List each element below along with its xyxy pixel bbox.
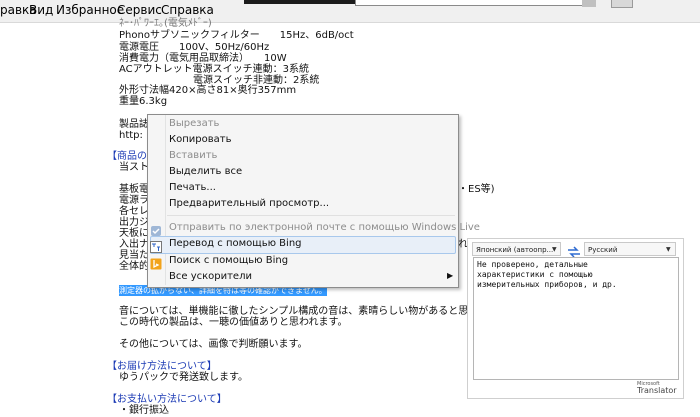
spec-line: Phonoサブソニックフィルター 15Hz、6dB/oct <box>119 30 354 41</box>
menu-item-search-bing[interactable]: Поиск с помощью Bing <box>169 255 288 267</box>
delivery-line: ゆうパックで発送致します。 <box>119 372 248 383</box>
menu-item-print-preview[interactable]: Предварительный просмотр... <box>169 198 329 210</box>
spec-line: 外形寸法幅420×高さ81×奥行357mm <box>119 85 297 96</box>
menu-item-all-accelerators[interactable]: Все ускорители <box>169 271 252 283</box>
menu-item-print[interactable]: Печать... <box>169 182 216 194</box>
menu-help[interactable]: Справка <box>161 3 214 17</box>
product-link[interactable]: http: <box>119 130 143 141</box>
menu-tools[interactable]: Сервис <box>117 3 162 17</box>
windows-live-icon <box>150 222 162 236</box>
menu-item-select-all[interactable]: Выделить все <box>169 166 242 178</box>
target-language-select[interactable]: Русский <box>584 242 676 256</box>
titlebar-fragment <box>244 0 356 4</box>
condition-line: 出力ジ <box>119 217 149 228</box>
spec-line: 消費電力（電気用品取締法） 10W <box>119 53 287 64</box>
condition-line: 当スト <box>119 162 149 173</box>
sound-line: この時代の製品は、一聴の価値ありと思われます。 <box>119 317 348 328</box>
menu-item-email-windows-live[interactable]: Отправить по электронной почте с помощью… <box>169 222 480 234</box>
menu-item-translate-bing[interactable]: Перевод с помощью Bing <box>169 238 302 250</box>
condition-line: 見当た <box>119 250 149 261</box>
menu-item-paste[interactable]: Вставить <box>169 150 217 162</box>
condition-line: 入出ナ <box>119 239 149 250</box>
payment-line: ・銀行振込 <box>119 405 169 416</box>
window-button-secondary[interactable] <box>611 0 633 8</box>
menu-separator <box>167 215 455 216</box>
menu-item-cut[interactable]: Вырезать <box>169 118 219 130</box>
tab-strip <box>355 0 583 6</box>
chevron-down-icon: ▼ <box>666 246 671 253</box>
cut-off-line: ﾈｰ･ﾊﾟﾜｰｴ｡(電気ﾒﾄﾞｰ) <box>119 18 212 29</box>
swap-languages-icon[interactable] <box>566 243 582 258</box>
sound-line: 音については、単機能に徹したシンプル構成の音は、素晴らしい物があると思われます。 <box>119 306 517 317</box>
submenu-arrow-icon: ▶ <box>447 271 454 280</box>
payment-header: 【お支払い方法について】 <box>107 394 227 405</box>
condition-line: 天板に <box>119 228 149 239</box>
translation-line: измерительных приборов, и др. <box>477 280 617 289</box>
window-button[interactable] <box>582 0 596 7</box>
translation-line: Не проверено, детальные <box>477 260 588 269</box>
menu-item-copy[interactable]: Копировать <box>169 134 231 146</box>
menu-gutter-line <box>165 115 166 285</box>
condition-line: 各セレ <box>119 206 149 217</box>
chevron-down-icon: ▼ <box>552 246 557 253</box>
delivery-header: 【お届け方法について】 <box>107 361 217 372</box>
condition-line: 全体的 <box>119 261 149 272</box>
translation-line: характеристики с помощью <box>477 270 593 279</box>
condition-line: 電源ラ <box>119 195 149 206</box>
menu-view[interactable]: Вид <box>29 3 53 17</box>
menu-favorites[interactable]: Избранное <box>56 3 124 17</box>
translate-icon <box>150 238 162 253</box>
other-line: その他については、画像で判断願います。 <box>119 339 308 350</box>
condition-line: 基板電 <box>119 184 149 195</box>
text-fragment: ・ES等) <box>458 184 495 195</box>
spec-line: 重量6.3kg <box>119 96 168 107</box>
bing-icon <box>150 255 162 270</box>
spec-line: ACアウトレット電源スイッチ連動：3系統 <box>119 64 310 75</box>
spec-line: 電源電圧 100V、50Hz/60Hz <box>119 42 270 53</box>
source-language-select[interactable]: Японский (автоопр... <box>472 242 561 256</box>
translator-logo: Translator <box>637 386 677 395</box>
product-line: 製品誌 <box>119 119 149 130</box>
